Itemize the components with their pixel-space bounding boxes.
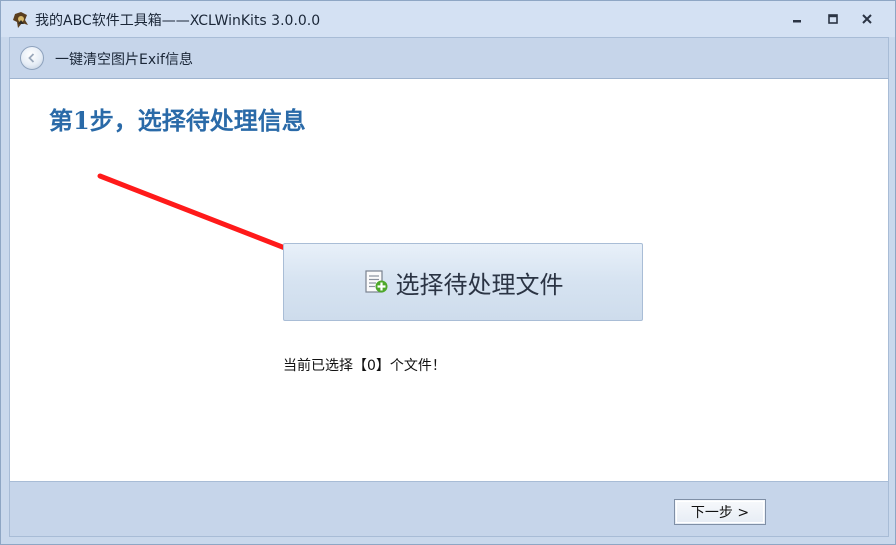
select-file-label: 选择待处理文件: [395, 270, 564, 299]
maximize-button[interactable]: [819, 8, 847, 30]
app-window: 我的ABC软件工具箱——XCLWinKits 3.0.0.0 一键清空图片Exi…: [0, 0, 896, 545]
next-step-button[interactable]: 下一步 >: [674, 499, 766, 525]
maximize-icon: [828, 14, 838, 24]
minimize-button[interactable]: [783, 8, 811, 30]
close-button[interactable]: [853, 8, 881, 30]
main-content: 第1步，选择待处理信息 选择待处理文件 当前已选择【0】个文件！: [9, 79, 889, 481]
back-arrow-icon: [28, 53, 35, 63]
page-title: 一键清空图片Exif信息: [55, 52, 193, 68]
minimize-icon: [793, 20, 801, 23]
app-logo-icon: [12, 11, 30, 29]
select-file-button[interactable]: 选择待处理文件: [283, 243, 643, 321]
footer-bar: 下一步 >: [9, 481, 889, 537]
close-icon: [862, 14, 872, 24]
file-add-icon: [364, 270, 387, 293]
selection-status: 当前已选择【0】个文件！: [283, 358, 446, 374]
toolbar: 一键清空图片Exif信息: [9, 37, 889, 79]
step-title: 第1步，选择待处理信息: [49, 106, 306, 135]
window-title: 我的ABC软件工具箱——XCLWinKits 3.0.0.0: [35, 13, 321, 29]
title-bar[interactable]: 我的ABC软件工具箱——XCLWinKits 3.0.0.0: [1, 1, 895, 37]
back-button[interactable]: [20, 46, 44, 70]
